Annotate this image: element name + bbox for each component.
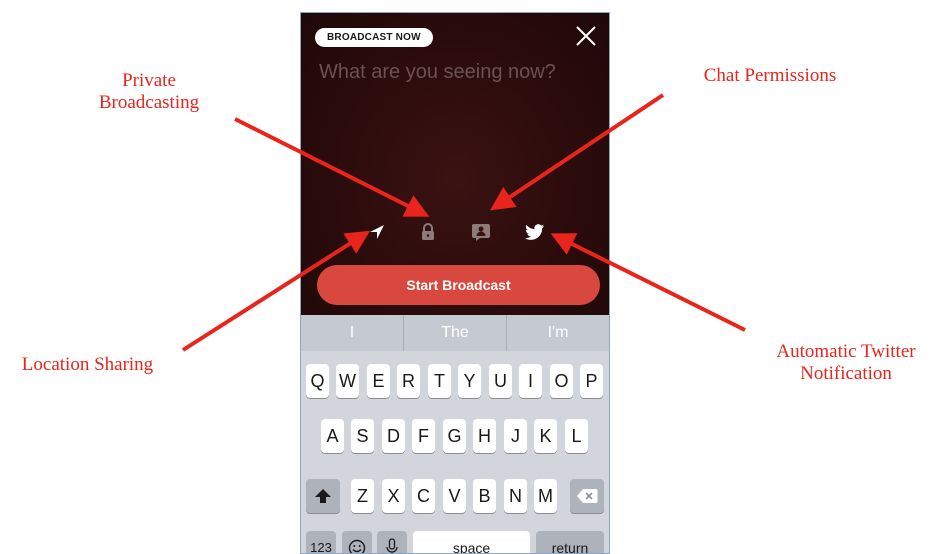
key-e[interactable]: E (367, 364, 390, 398)
twitter-toggle[interactable] (523, 220, 547, 244)
close-button[interactable] (573, 23, 599, 49)
key-h[interactable]: H (473, 419, 496, 453)
space-key[interactable]: space (413, 531, 530, 553)
key-t[interactable]: T (428, 364, 451, 398)
key-c[interactable]: C (412, 479, 435, 513)
annotation-location-sharing: Location Sharing (21, 354, 154, 375)
chat-person-icon (472, 224, 490, 241)
key-m[interactable]: M (534, 479, 557, 513)
chat-permissions-toggle[interactable] (469, 220, 493, 244)
key-g[interactable]: G (443, 419, 466, 453)
suggestion-item[interactable]: The (404, 315, 507, 351)
annotation-private-broadcasting: Private Broadcasting (86, 70, 212, 114)
key-k[interactable]: K (534, 419, 557, 453)
key-n[interactable]: N (504, 479, 527, 513)
key-d[interactable]: D (382, 419, 405, 453)
key-y[interactable]: Y (458, 364, 481, 398)
delete-icon (577, 489, 598, 503)
annotation-private-line1: Private (122, 70, 176, 91)
key-a[interactable]: A (321, 419, 344, 453)
annotation-twitter-line2: Notification (800, 363, 892, 384)
twitter-bird-icon (525, 223, 545, 240)
phone-screen: BROADCAST NOW What are you seeing now? S… (300, 12, 610, 554)
suggestion-item[interactable]: I'm (507, 315, 609, 351)
key-q[interactable]: Q (306, 364, 329, 398)
key-x[interactable]: X (382, 479, 405, 513)
close-icon (576, 26, 596, 46)
key-j[interactable]: J (504, 419, 527, 453)
suggestion-item[interactable]: I (301, 315, 404, 351)
key-i[interactable]: I (519, 364, 542, 398)
delete-key[interactable] (570, 479, 604, 513)
emoji-key[interactable] (342, 531, 372, 553)
start-broadcast-button[interactable]: Start Broadcast (317, 265, 600, 305)
location-toggle[interactable] (365, 220, 389, 244)
broadcast-composer: BROADCAST NOW What are you seeing now? S… (301, 13, 609, 315)
key-r[interactable]: R (397, 364, 420, 398)
private-toggle[interactable] (416, 220, 440, 244)
keyboard: I The I'm Q W E R T Y U I O P A S D F G … (301, 315, 609, 553)
annotation-private-line2: Broadcasting (98, 92, 200, 113)
lock-icon (422, 223, 434, 240)
emoji-icon (348, 539, 366, 553)
microphone-key[interactable] (377, 531, 407, 553)
suggestion-bar: I The I'm (301, 315, 609, 351)
broadcast-title-input[interactable]: What are you seeing now? (319, 61, 556, 84)
key-v[interactable]: V (443, 479, 466, 513)
microphone-icon (386, 538, 398, 553)
annotation-automatic-twitter: Automatic Twitter Notification (757, 341, 935, 385)
annotation-chat-permissions: Chat Permissions (703, 65, 837, 86)
key-z[interactable]: Z (351, 479, 374, 513)
key-u[interactable]: U (489, 364, 512, 398)
broadcast-now-badge: BROADCAST NOW (315, 28, 433, 47)
annotation-twitter-line1: Automatic Twitter (776, 341, 916, 362)
location-arrow-icon (370, 225, 384, 239)
key-w[interactable]: W (336, 364, 359, 398)
key-p[interactable]: P (580, 364, 603, 398)
key-o[interactable]: O (550, 364, 573, 398)
shift-key[interactable] (306, 479, 340, 513)
key-l[interactable]: L (565, 419, 588, 453)
key-f[interactable]: F (412, 419, 435, 453)
return-key[interactable]: return (536, 531, 604, 553)
key-s[interactable]: S (351, 419, 374, 453)
shift-icon (315, 489, 331, 503)
key-b[interactable]: B (473, 479, 496, 513)
numbers-key[interactable]: 123 (306, 531, 336, 553)
